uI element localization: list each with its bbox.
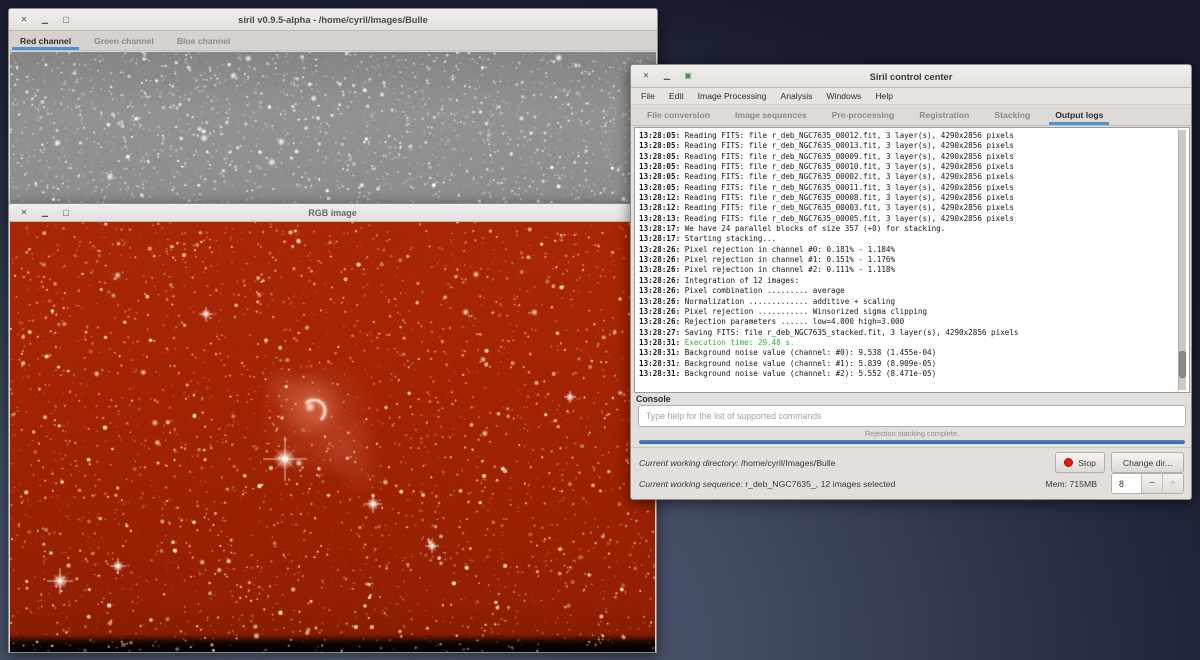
log-line: 13:28:05: Reading FITS: file r_deb_NGC76… bbox=[639, 131, 1187, 141]
spin-minus-button[interactable]: − bbox=[1141, 474, 1162, 493]
log-line: 13:28:13: Reading FITS: file r_deb_NGC76… bbox=[639, 214, 1187, 224]
minimize-icon[interactable]: ▁ bbox=[39, 207, 51, 219]
log-line: 13:28:31: Background noise value (channe… bbox=[639, 348, 1187, 358]
menu-analysis[interactable]: Analysis bbox=[773, 88, 819, 104]
minimize-icon[interactable]: ▁ bbox=[39, 14, 51, 26]
log-line: 13:28:26: Integration of 12 images: bbox=[639, 276, 1187, 286]
tab-green-channel[interactable]: Green channel bbox=[86, 31, 162, 50]
threads-spinbox: 8 − + bbox=[1111, 473, 1184, 494]
tab-registration[interactable]: Registration bbox=[913, 105, 975, 125]
progress-text: Rejection stacking complete. bbox=[639, 429, 1185, 438]
close-icon[interactable]: ✕ bbox=[18, 14, 30, 26]
log-line: 13:28:05: Reading FITS: file r_deb_NGC76… bbox=[639, 172, 1187, 182]
close-icon[interactable]: ✕ bbox=[18, 207, 30, 219]
log-line: 13:28:31: Execution time: 29.48 s. bbox=[639, 338, 1187, 348]
log-line: 13:28:31: Background noise value (channe… bbox=[639, 359, 1187, 369]
tab-red-channel[interactable]: Red channel bbox=[12, 31, 79, 50]
tab-pre-processing[interactable]: Pre-processing bbox=[826, 105, 901, 125]
log-line: 13:28:26: Pixel rejection in channel #1:… bbox=[639, 255, 1187, 265]
log-line: 13:28:05: Reading FITS: file r_deb_NGC76… bbox=[639, 183, 1187, 193]
log-line: 13:28:17: We have 24 parallel blocks of … bbox=[639, 224, 1187, 234]
rgb-image-canvas[interactable] bbox=[10, 222, 655, 652]
siril-control-center-window: ✕ ▁ ▣ Siril control center FileEditImage… bbox=[630, 64, 1192, 500]
menu-help[interactable]: Help bbox=[868, 88, 900, 104]
log-line: 13:28:26: Rejection parameters ...... lo… bbox=[639, 317, 1187, 327]
stop-button[interactable]: Stop bbox=[1055, 452, 1105, 473]
tab-image-sequences[interactable]: Image sequences bbox=[729, 105, 813, 125]
log-line: 13:28:26: Normalization ............. ad… bbox=[639, 297, 1187, 307]
log-line: 13:28:27: Saving FITS: file r_deb_NGC763… bbox=[639, 328, 1187, 338]
maximize-icon[interactable]: ▢ bbox=[60, 207, 72, 219]
tab-output-logs[interactable]: Output logs bbox=[1049, 105, 1109, 125]
log-scrollbar-thumb[interactable] bbox=[1179, 351, 1186, 378]
main-tabbar: Red channel Green channel Blue channel bbox=[9, 31, 657, 51]
menu-edit[interactable]: Edit bbox=[662, 88, 691, 104]
console-label: Console bbox=[636, 394, 671, 404]
control-tabbar: File conversion Image sequences Pre-proces… bbox=[631, 105, 1191, 126]
console-input[interactable] bbox=[638, 405, 1186, 427]
maximize-icon[interactable]: ▣ bbox=[682, 70, 694, 82]
rgb-window-title: RGB image bbox=[9, 208, 656, 218]
maximize-icon[interactable]: ▢ bbox=[60, 14, 72, 26]
red-channel-image[interactable] bbox=[10, 52, 656, 205]
main-window-title: siril v0.9.5-alpha - /home/cyril/Images/… bbox=[9, 15, 657, 25]
log-line: 13:28:05: Reading FITS: file r_deb_NGC76… bbox=[639, 141, 1187, 151]
rgb-window-titlebar[interactable]: ✕ ▁ ▢ RGB image bbox=[9, 204, 656, 222]
stop-icon bbox=[1064, 458, 1073, 467]
main-window-titlebar[interactable]: ✕ ▁ ▢ siril v0.9.5-alpha - /home/cyril/I… bbox=[9, 9, 657, 31]
log-line: 13:28:17: Starting stacking... bbox=[639, 234, 1187, 244]
rgb-image-window: ✕ ▁ ▢ RGB image bbox=[8, 203, 657, 653]
log-line: 13:28:31: Background noise value (channe… bbox=[639, 369, 1187, 379]
log-line: 13:28:26: Pixel rejection in channel #2:… bbox=[639, 265, 1187, 275]
log-line: 13:28:12: Reading FITS: file r_deb_NGC76… bbox=[639, 203, 1187, 213]
log-line: 13:28:26: Pixel rejection ........... Wi… bbox=[639, 307, 1187, 317]
statusbar: Current working directory: /home/cyril/I… bbox=[631, 447, 1191, 499]
change-dir-button[interactable]: Change dir... bbox=[1111, 452, 1184, 473]
siril-main-window: ✕ ▁ ▢ siril v0.9.5-alpha - /home/cyril/I… bbox=[8, 8, 658, 205]
spinbox-value[interactable]: 8 bbox=[1112, 474, 1141, 493]
spin-plus-button[interactable]: + bbox=[1162, 474, 1183, 493]
menubar: FileEditImage ProcessingAnalysisWindowsH… bbox=[631, 88, 1191, 105]
control-window-title: Siril control center bbox=[631, 71, 1191, 82]
log-scrollbar[interactable] bbox=[1178, 130, 1186, 390]
menu-file[interactable]: File bbox=[634, 88, 662, 104]
desktop: { "colors": { "accent": "#4a90d9", "log-… bbox=[0, 0, 1200, 660]
log-line: 13:28:26: Pixel rejection in channel #0:… bbox=[639, 245, 1187, 255]
working-sequence-value: r_deb_NGC7635_, 12 images selected bbox=[745, 479, 895, 489]
tab-stacking[interactable]: Stacking bbox=[988, 105, 1036, 125]
working-directory-value: /home/cyril/Images/Bulle bbox=[741, 458, 836, 468]
working-sequence-text: Current working sequence: r_deb_NGC7635_… bbox=[639, 479, 1045, 489]
control-window-titlebar[interactable]: ✕ ▁ ▣ Siril control center bbox=[631, 65, 1191, 88]
memory-usage: Mem: 715MB bbox=[1045, 479, 1097, 489]
progress-bar: Rejection stacking complete. bbox=[639, 429, 1185, 444]
working-directory-text: Current working directory: /home/cyril/I… bbox=[639, 458, 1055, 468]
tab-blue-channel[interactable]: Blue channel bbox=[169, 31, 238, 50]
output-log-panel[interactable]: 13:28:05: Reading FITS: file r_deb_NGC76… bbox=[634, 127, 1190, 393]
tab-file-conversion[interactable]: File conversion bbox=[641, 105, 716, 125]
progress-fill bbox=[639, 440, 1185, 444]
menu-windows[interactable]: Windows bbox=[819, 88, 868, 104]
log-line: 13:28:26: Pixel combination ......... av… bbox=[639, 286, 1187, 296]
log-list: 13:28:05: Reading FITS: file r_deb_NGC76… bbox=[635, 128, 1189, 379]
log-line: 13:28:05: Reading FITS: file r_deb_NGC76… bbox=[639, 152, 1187, 162]
menu-image-processing[interactable]: Image Processing bbox=[691, 88, 774, 104]
log-line: 13:28:12: Reading FITS: file r_deb_NGC76… bbox=[639, 193, 1187, 203]
close-icon[interactable]: ✕ bbox=[640, 70, 652, 82]
log-line: 13:28:05: Reading FITS: file r_deb_NGC76… bbox=[639, 162, 1187, 172]
minimize-icon[interactable]: ▁ bbox=[661, 70, 673, 82]
